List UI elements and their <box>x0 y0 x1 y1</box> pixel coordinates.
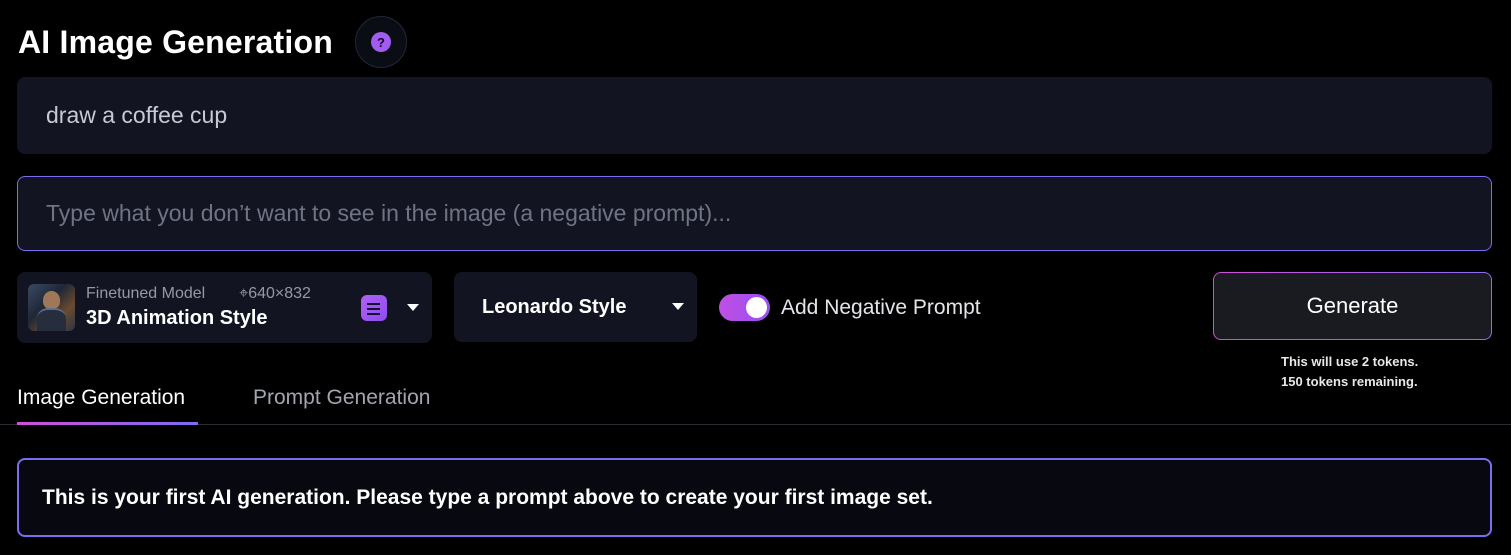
active-tab-indicator <box>17 422 198 425</box>
banner-message: This is your first AI generation. Please… <box>42 485 933 509</box>
help-button[interactable]: ? <box>355 16 407 68</box>
negative-prompt-toggle[interactable] <box>719 294 770 321</box>
style-selected-value: Leonardo Style <box>482 295 627 318</box>
model-kind-label: Finetuned Model <box>86 285 206 302</box>
tab-image-generation[interactable]: Image Generation <box>17 383 185 413</box>
prompt-input[interactable] <box>46 102 1463 129</box>
model-selector[interactable]: Finetuned Model ⌖640×832 3D Animation St… <box>17 272 432 343</box>
first-generation-banner: This is your first AI generation. Please… <box>17 458 1492 537</box>
model-thumbnail <box>28 284 75 331</box>
generation-tabs: Image Generation Prompt Generation <box>0 378 1511 425</box>
prompt-field-container <box>17 77 1492 154</box>
page-title: AI Image Generation <box>18 24 333 60</box>
chevron-down-icon <box>672 303 684 310</box>
model-meta-row: Finetuned Model ⌖640×832 <box>86 285 311 303</box>
model-edit-icon[interactable] <box>361 295 387 321</box>
toggle-knob <box>746 297 767 318</box>
help-icon: ? <box>371 32 391 52</box>
token-cost-text: This will use 2 tokens. <box>1281 354 1419 369</box>
chevron-down-icon[interactable] <box>407 304 419 311</box>
model-dimensions: ⌖640×832 <box>239 285 311 302</box>
model-name: 3D Animation Style <box>86 307 268 329</box>
tab-prompt-generation[interactable]: Prompt Generation <box>253 383 430 413</box>
ai-image-generation-page: AI Image Generation ? Finetuned Model ⌖6… <box>0 0 1511 555</box>
negative-prompt-field-container <box>17 176 1492 251</box>
style-selector[interactable]: Leonardo Style <box>454 272 697 342</box>
generate-button[interactable]: Generate <box>1213 272 1492 340</box>
negative-prompt-input[interactable] <box>46 200 1463 227</box>
model-info: Finetuned Model ⌖640×832 3D Animation St… <box>86 285 311 330</box>
page-header: AI Image Generation ? <box>18 16 407 68</box>
negative-prompt-toggle-label[interactable]: Add Negative Prompt <box>781 294 981 321</box>
